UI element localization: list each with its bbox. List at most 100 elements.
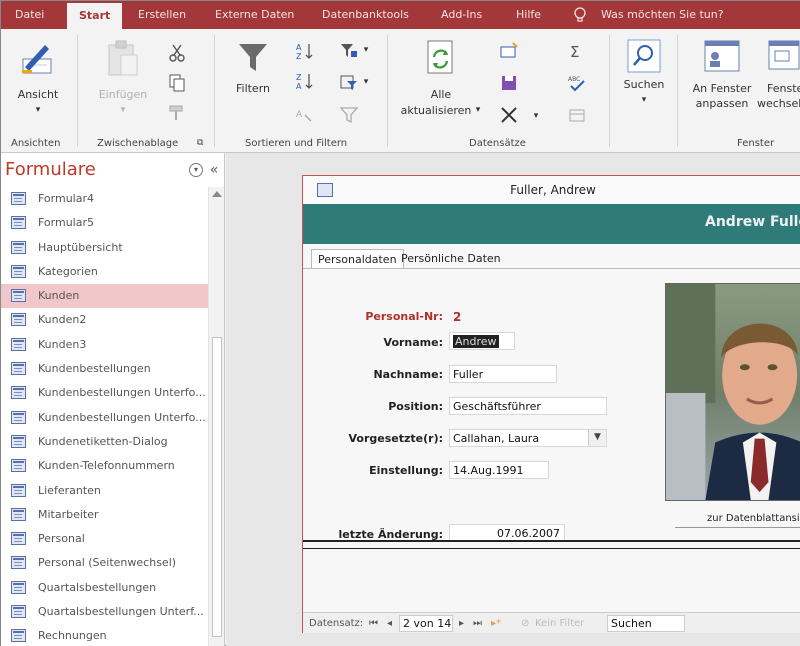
filter-status[interactable]: Kein Filter	[535, 616, 584, 631]
new-record-icon[interactable]	[499, 41, 519, 61]
vorname-field[interactable]: Andrew	[449, 332, 515, 350]
nav-item-form[interactable]: Kundenbestellungen Unterfo...	[1, 381, 208, 405]
copy-icon[interactable]	[167, 73, 187, 93]
nav-item-form[interactable]: Kundenbestellungen	[1, 357, 208, 381]
an-fenster-anpassen-button[interactable]: anpassen	[687, 96, 757, 111]
tab-add-ins[interactable]: Add-Ins	[441, 1, 482, 29]
cut-icon[interactable]	[167, 43, 187, 63]
chevron-down-icon[interactable]: ▾	[118, 103, 128, 118]
tell-me-search[interactable]: Was möchten Sie tun?	[601, 1, 724, 29]
previous-record-icon[interactable]: ◂	[387, 616, 392, 631]
einfuegen-button[interactable]: Einfügen	[97, 87, 149, 102]
remove-sort-icon[interactable]: A	[295, 105, 315, 125]
chevron-down-icon[interactable]: ▾	[531, 109, 541, 124]
vorgesetzte-combobox[interactable]: Callahan, Laura ▼	[449, 429, 607, 447]
chevron-down-icon[interactable]: ▾	[33, 103, 43, 118]
group-divider	[609, 35, 610, 147]
scroll-up-icon[interactable]	[212, 191, 222, 197]
group-label-datensaetze: Datensätze	[469, 138, 526, 149]
more-icon[interactable]	[567, 105, 587, 125]
nachname-field[interactable]: Fuller	[449, 365, 557, 383]
section-divider	[303, 548, 800, 549]
nav-item-form[interactable]: Personal (Seitenwechsel)	[1, 551, 208, 575]
nav-scrollbar[interactable]	[208, 187, 224, 646]
position-field[interactable]: Geschäftsführer	[449, 397, 607, 415]
tab-persoenliche-daten[interactable]: Persönliche Daten	[395, 249, 507, 269]
tab-datenbanktools[interactable]: Datenbanktools	[322, 1, 409, 29]
chevron-down-icon[interactable]: ▾	[361, 43, 371, 58]
scroll-thumb[interactable]	[212, 337, 222, 637]
chevron-down-icon[interactable]: ▼	[588, 430, 606, 446]
sort-descending-icon[interactable]: Z A	[295, 71, 315, 91]
toggle-filter-icon[interactable]	[339, 105, 359, 125]
last-record-icon[interactable]: ⏭	[473, 616, 482, 631]
svg-text:A: A	[296, 82, 302, 91]
advanced-filter-icon[interactable]	[339, 73, 359, 93]
nav-item-form[interactable]: Kunden	[1, 284, 208, 309]
delete-icon[interactable]	[499, 105, 519, 125]
chevron-down-icon[interactable]: ▾	[473, 103, 483, 118]
totals-icon[interactable]: Σ	[567, 41, 587, 61]
nav-item-label: Quartalsbestellungen	[38, 580, 157, 594]
an-fenster-label[interactable]: An Fenster	[687, 81, 757, 96]
nav-item-form[interactable]: Kundenetiketten-Dialog	[1, 430, 208, 454]
first-record-icon[interactable]: ⏮	[369, 616, 378, 631]
tab-start[interactable]: Start	[67, 3, 123, 29]
no-filter-icon[interactable]: ⊘	[521, 616, 529, 631]
datasheet-view-button[interactable]: zur Datenblattansicht	[675, 510, 800, 528]
tab-externe-daten[interactable]: Externe Daten	[215, 1, 294, 29]
form-icon	[11, 532, 26, 546]
nav-item-form[interactable]: Rechnungen	[1, 624, 208, 646]
shutter-bar-collapse-icon[interactable]: «	[207, 163, 221, 177]
tab-divider	[303, 268, 800, 269]
nav-item-label: Kundenbestellungen Unterfo...	[38, 386, 206, 400]
current-record-field[interactable]: 2 von 14	[399, 615, 453, 632]
alle-aktualisieren-button[interactable]: aktualisieren	[399, 103, 473, 118]
save-icon[interactable]	[499, 73, 519, 93]
dialog-launcher-icon[interactable]: ⧉	[197, 138, 203, 148]
nav-item-form[interactable]: Kunden-Telefonnummern	[1, 454, 208, 478]
tab-hilfe[interactable]: Hilfe	[516, 1, 541, 29]
fenster-wechseln-button[interactable]: wechsel	[757, 96, 800, 111]
nav-item-form[interactable]: Kundenbestellungen Unterfo...	[1, 406, 208, 430]
svg-text:A: A	[296, 110, 303, 120]
suchen-button[interactable]: Suchen	[619, 77, 669, 92]
record-navigation: Datensatz: ⏮ ◂ 2 von 14 ▸ ⏭ ▸* ⊘ Kein Fi…	[303, 612, 800, 633]
svg-text:Σ: Σ	[570, 43, 579, 61]
nav-item-form[interactable]: Quartalsbestellungen Unterf...	[1, 600, 208, 624]
nav-item-form[interactable]: Kunden2	[1, 308, 208, 332]
ansicht-button[interactable]: Ansicht	[15, 87, 61, 102]
spelling-icon[interactable]: ABC	[567, 73, 587, 93]
sort-ascending-icon[interactable]: A Z	[295, 41, 315, 61]
alle-aktualisieren-label[interactable]: Alle	[401, 87, 481, 102]
record-search-input[interactable]: Suchen	[607, 615, 685, 632]
nav-item-form[interactable]: Lieferanten	[1, 479, 208, 503]
form-icon	[11, 434, 26, 448]
tab-personaldaten[interactable]: Personaldaten	[311, 249, 404, 269]
chevron-down-icon[interactable]: ▾	[361, 75, 371, 90]
nav-item-form[interactable]: Hauptübersicht	[1, 236, 208, 260]
nav-item-form[interactable]: Formular5	[1, 211, 208, 235]
form-icon	[11, 337, 26, 351]
nav-item-form[interactable]: Kategorien	[1, 260, 208, 284]
nav-menu-dropdown-icon[interactable]: ▾	[189, 163, 203, 177]
selection-filter-icon[interactable]	[339, 41, 359, 61]
new-record-icon[interactable]: ▸*	[491, 616, 501, 631]
next-record-icon[interactable]: ▸	[459, 616, 464, 631]
nav-pane-title[interactable]: Formulare	[5, 159, 96, 180]
nav-item-form[interactable]: Formular4	[1, 187, 208, 211]
filtern-button[interactable]: Filtern	[229, 81, 277, 96]
record-label: Datensatz:	[309, 618, 364, 629]
form-icon	[11, 264, 26, 278]
einstellung-field[interactable]: 14.Aug.1991	[449, 461, 549, 479]
tab-datei[interactable]: Datei	[15, 1, 44, 29]
nav-item-form[interactable]: Kunden3	[1, 333, 208, 357]
chevron-down-icon[interactable]: ▾	[639, 93, 649, 108]
format-painter-icon[interactable]	[167, 103, 187, 123]
nav-item-form[interactable]: Quartalsbestellungen	[1, 576, 208, 600]
tab-erstellen[interactable]: Erstellen	[138, 1, 186, 29]
svg-text:ABC: ABC	[568, 76, 580, 83]
nav-item-form[interactable]: Mitarbeiter	[1, 503, 208, 527]
fenster-wechseln-label[interactable]: Fenste	[767, 81, 800, 96]
nav-item-form[interactable]: Personal	[1, 527, 208, 551]
